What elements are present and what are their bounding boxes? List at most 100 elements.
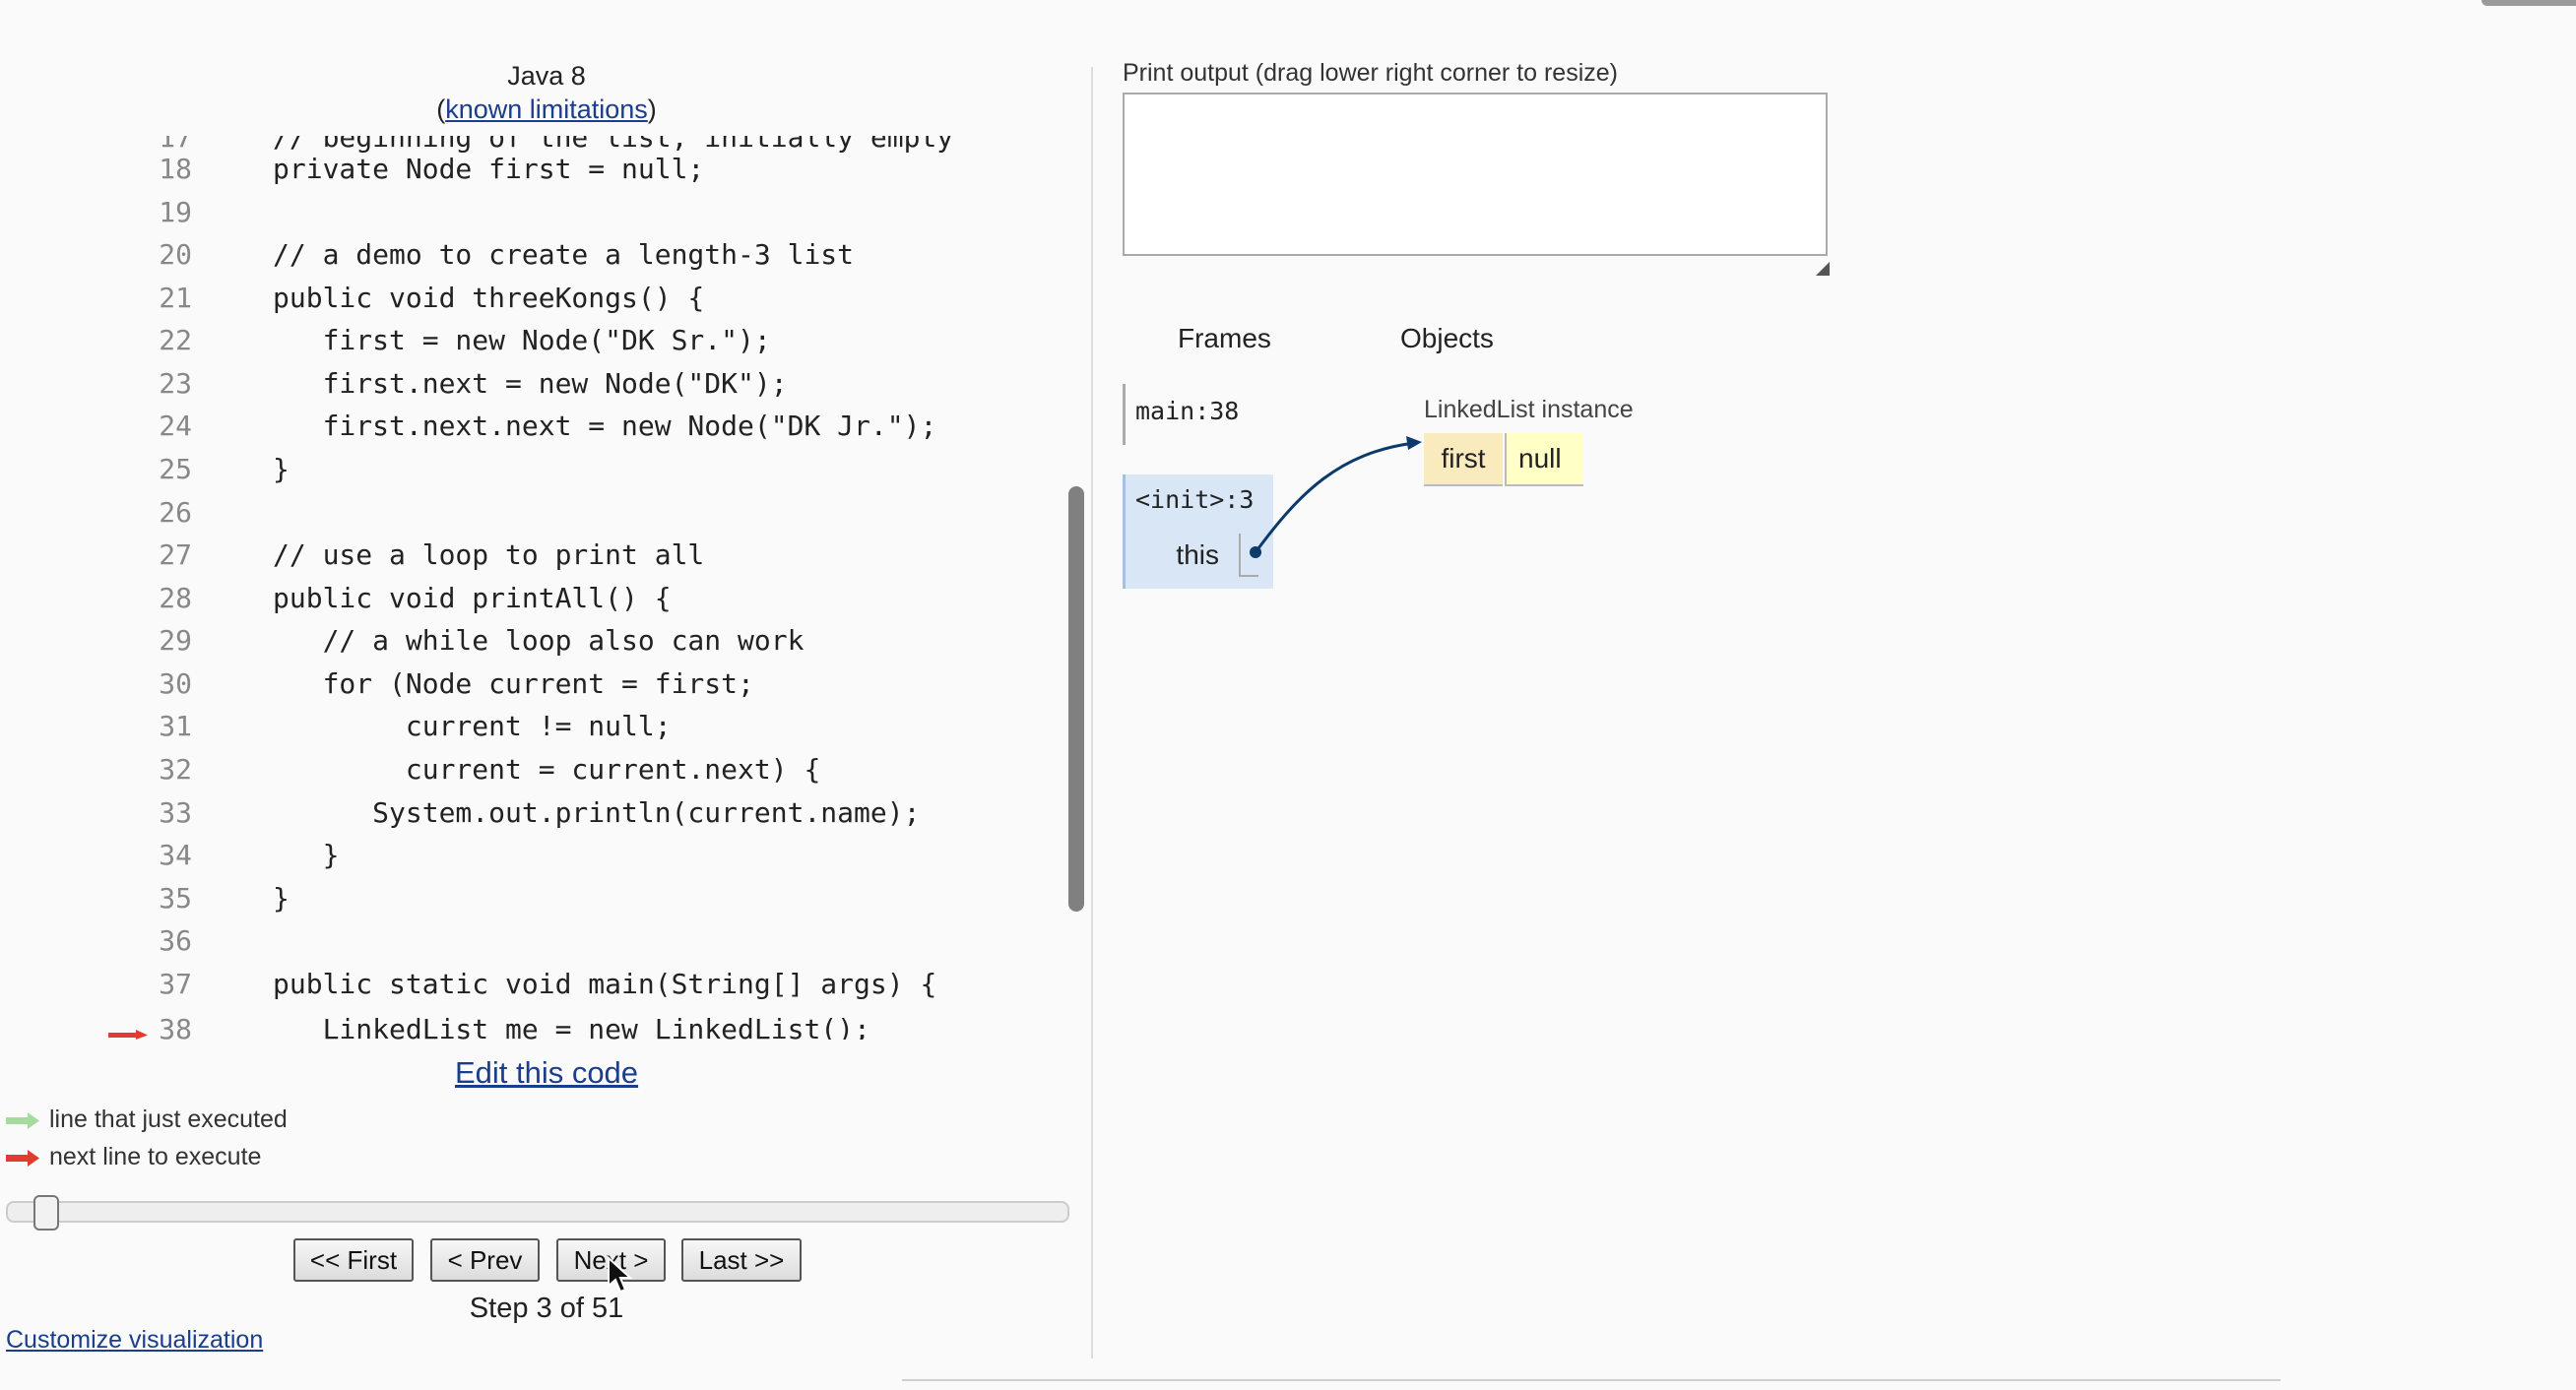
bottom-divider	[902, 1379, 2281, 1381]
code-text: first = new Node("DK Sr.");	[273, 324, 771, 356]
panel-divider	[1091, 67, 1093, 1358]
legend-next-line-label: next line to execute	[49, 1143, 262, 1170]
line-number: 34	[159, 839, 192, 871]
line-number: 24	[159, 410, 192, 442]
line-number: 22	[159, 324, 192, 356]
code-text: LinkedList me = new LinkedList();	[273, 1013, 870, 1040]
code-line: 18 private Node first = null;	[0, 148, 1068, 191]
frame-variable-value	[1239, 534, 1258, 577]
line-number: 29	[159, 624, 192, 657]
code-line: 32 current = current.next) {	[0, 748, 1068, 791]
object-type-label: LinkedList instance	[1424, 396, 1634, 423]
step-slider-handle[interactable]	[33, 1195, 59, 1231]
code-line: 23 first.next = new Node("DK");	[0, 362, 1068, 406]
window-edge-mark	[2481, 0, 2576, 6]
language-label: Java 8	[507, 61, 586, 91]
code-line: 37 public static void main(String[] args)…	[0, 963, 1068, 1006]
pointer-arrowhead-icon	[1406, 436, 1422, 450]
code-text: public static void main(String[] args) {	[273, 968, 937, 1000]
code-text: // use a loop to print all	[273, 538, 705, 571]
line-number: 26	[159, 496, 192, 529]
code-line: 26	[0, 491, 1068, 535]
code-line: 28 public void printAll() {	[0, 577, 1068, 620]
legend-just-executed: line that just executed	[6, 1104, 288, 1135]
first-button[interactable]: << First	[293, 1238, 414, 1282]
objects-heading: Objects	[1400, 323, 1494, 353]
code-line: 34 }	[0, 834, 1068, 877]
code-line: 20 // a demo to create a length-3 list	[0, 233, 1068, 277]
frame-name: <init>:3	[1135, 485, 1255, 514]
print-output-box[interactable]	[1123, 93, 1828, 256]
frame-name: main:38	[1135, 397, 1240, 425]
line-number: 20	[159, 238, 192, 271]
step-counter: Step 3 of 51	[469, 1293, 624, 1324]
limitations-open-paren: (	[436, 95, 446, 124]
line-number: 21	[159, 282, 192, 314]
line-number: 19	[159, 196, 192, 228]
code-text: for (Node current = first;	[273, 667, 754, 700]
line-number: 28	[159, 582, 192, 614]
line-number: 35	[159, 882, 192, 915]
object-field-name: first	[1424, 433, 1503, 486]
line-number: 23	[159, 367, 192, 400]
code-text: }	[273, 839, 340, 871]
code-text: // a while loop also can work	[273, 624, 805, 657]
legend-just-executed-label: line that just executed	[49, 1106, 288, 1133]
code-line: 31 current != null;	[0, 705, 1068, 748]
code-text: private Node first = null;	[273, 153, 705, 185]
line-number: 32	[159, 753, 192, 786]
step-slider-track[interactable]	[6, 1201, 1069, 1223]
code-line: 21 public void threeKongs() {	[0, 277, 1068, 320]
code-text: System.out.println(current.name);	[273, 796, 921, 829]
code-line: 33 System.out.println(current.name);	[0, 791, 1068, 835]
code-line: 29 // a while loop also can work	[0, 619, 1068, 663]
code-line: 27 // use a loop to print all	[0, 534, 1068, 577]
code-line: 35}	[0, 877, 1068, 920]
red-arrow-icon	[6, 1150, 39, 1168]
green-arrow-icon	[6, 1112, 39, 1130]
code-scrollbar[interactable]	[1068, 486, 1084, 912]
customize-visualization-link[interactable]: Customize visualization	[6, 1326, 263, 1354]
code-text: // a demo to create a length-3 list	[273, 238, 855, 271]
print-output-label: Print output (drag lower right corner to…	[1123, 59, 1618, 87]
line-number: 36	[159, 924, 192, 957]
next-line-arrow-icon	[108, 1030, 148, 1040]
last-button[interactable]: Last >>	[681, 1238, 802, 1282]
code-text: current != null;	[273, 710, 672, 742]
pointer-curve	[1254, 441, 1415, 553]
code-text: }	[273, 453, 290, 485]
code-line: 25}	[0, 448, 1068, 491]
code-line: 19	[0, 191, 1068, 234]
frame-variable-name: this	[1176, 539, 1219, 570]
known-limitations-link[interactable]: known limitations	[445, 95, 648, 124]
known-limitations: (known limitations)	[0, 93, 1093, 126]
code-text: public void printAll() {	[273, 582, 672, 614]
code-text: first.next.next = new Node("DK Jr.");	[273, 410, 937, 442]
code-text: first.next = new Node("DK");	[273, 367, 788, 400]
code-text: }	[273, 882, 290, 915]
line-number: 18	[159, 153, 192, 185]
line-number: 37	[159, 968, 192, 1000]
edit-code-link[interactable]: Edit this code	[455, 1055, 638, 1090]
customize-container: Customize visualization	[6, 1323, 263, 1357]
edit-code-container: Edit this code	[0, 1053, 1093, 1093]
legend-next-line: next line to execute	[6, 1141, 261, 1172]
object-field-value: null	[1505, 433, 1583, 486]
line-number: 30	[159, 667, 192, 700]
code-text: public void threeKongs() {	[273, 282, 705, 314]
code-line-current: 38 LinkedList me = new LinkedList();	[0, 1008, 1068, 1040]
resize-grip-icon[interactable]	[1816, 262, 1830, 276]
line-number: 27	[159, 538, 192, 571]
code-line: 22 first = new Node("DK Sr.");	[0, 319, 1068, 362]
code-line: 36	[0, 919, 1068, 963]
line-number: 25	[159, 453, 192, 485]
line-number: 31	[159, 710, 192, 742]
code-listing[interactable]: 17// beginning of the list, initially em…	[0, 136, 1068, 1040]
line-number: 33	[159, 796, 192, 829]
code-line: 24 first.next.next = new Node("DK Jr.");	[0, 405, 1068, 448]
code-line: 30 for (Node current = first;	[0, 663, 1068, 706]
code-text: current = current.next) {	[273, 753, 821, 786]
frames-heading: Frames	[1178, 323, 1271, 353]
prev-button[interactable]: < Prev	[430, 1238, 540, 1282]
limitations-close-paren: )	[647, 95, 657, 124]
